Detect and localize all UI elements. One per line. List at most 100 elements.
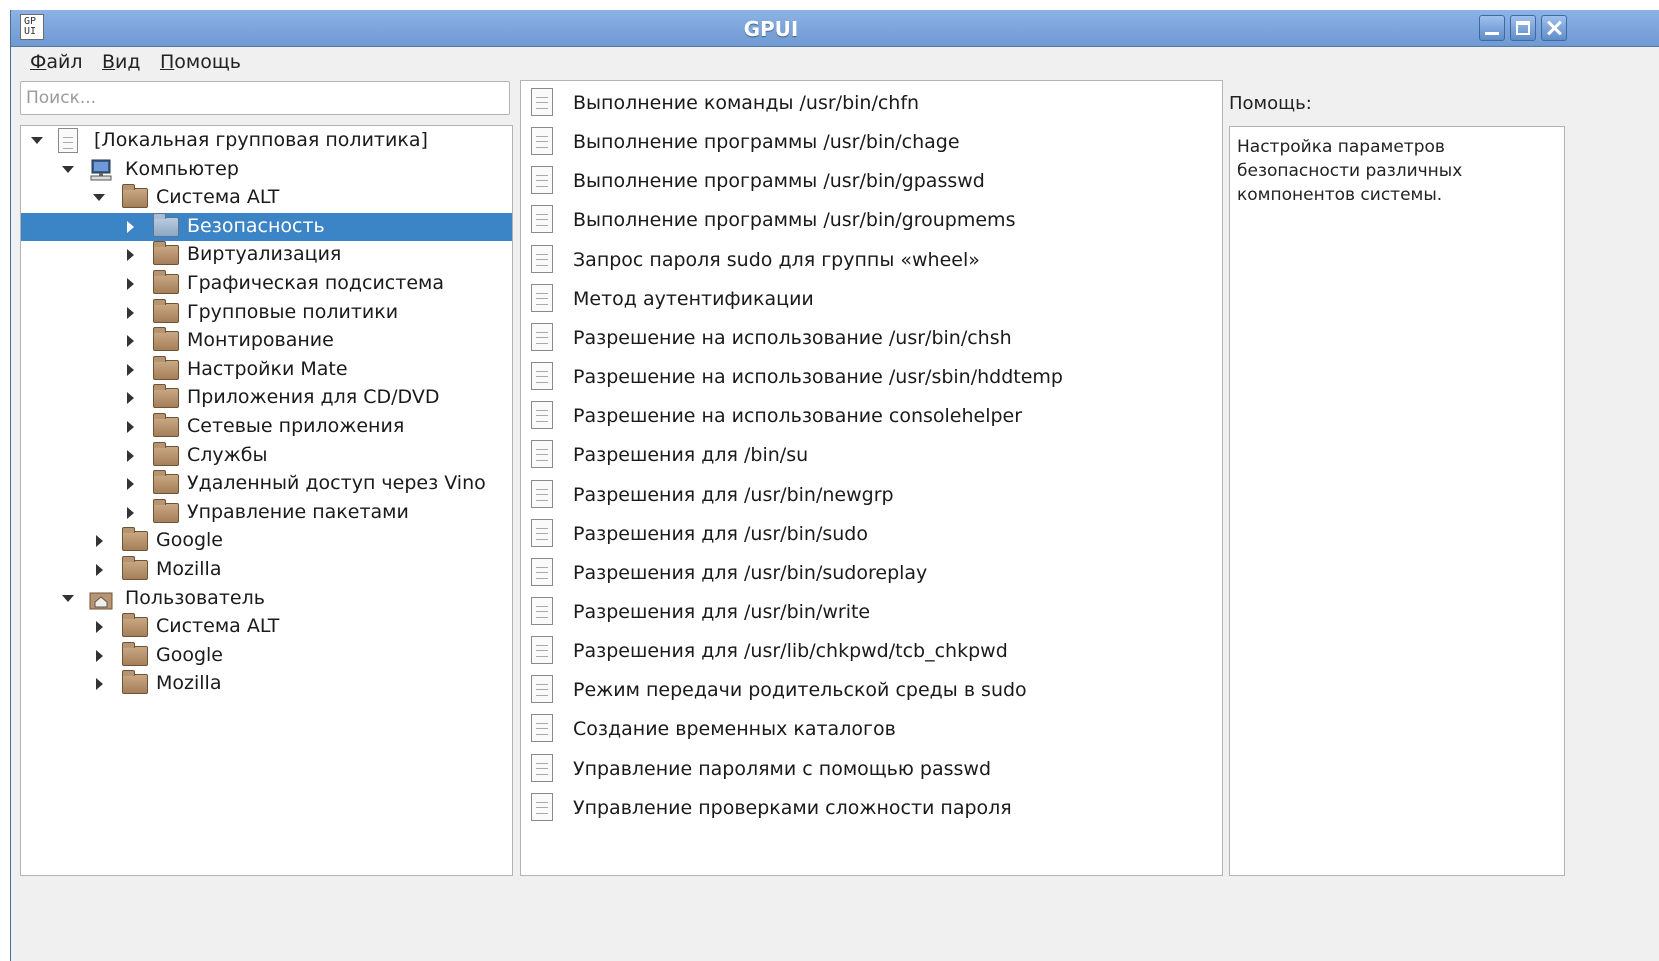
tree-item[interactable]: [Локальная групповая политика] [21, 127, 512, 155]
policy-item[interactable]: Выполнение команды /usr/bin/chfn [521, 83, 1222, 122]
policy-item[interactable]: Разрешения для /usr/bin/sudo [521, 514, 1222, 553]
collapse-arrow-icon[interactable] [96, 564, 103, 576]
home-icon [89, 592, 113, 610]
policy-item[interactable]: Разрешения для /usr/bin/write [521, 592, 1222, 631]
folder-icon [153, 470, 179, 495]
collapse-arrow-icon[interactable] [127, 306, 134, 319]
collapse-arrow-icon[interactable] [96, 535, 103, 548]
tree-item[interactable]: Монтирование [21, 327, 512, 355]
tree-item-label: Сетевые приложения [187, 415, 405, 437]
collapse-arrow-icon[interactable] [127, 392, 134, 405]
tree-item-label: Монтирование [187, 329, 334, 352]
tree-item[interactable]: Mozilla [21, 670, 512, 698]
tree-item[interactable]: Сетевые приложения [21, 413, 512, 441]
tree-item[interactable]: Безопасность [21, 212, 512, 241]
status-bar [11, 880, 1659, 910]
policy-item-label: Режим передачи родительской среды в sudo [573, 679, 1027, 702]
tree-item[interactable]: Настройки Mate [21, 355, 512, 384]
tree-item[interactable]: Службы [21, 441, 512, 470]
collapse-arrow-icon[interactable] [127, 249, 134, 262]
menu-view[interactable]: Вид [102, 51, 141, 73]
folder-icon [122, 184, 148, 209]
close-button[interactable] [1541, 15, 1567, 41]
policy-item[interactable]: Управление паролями с помощью passwd [521, 749, 1222, 788]
collapse-arrow-icon[interactable] [127, 506, 134, 519]
computer-icon [90, 159, 112, 181]
policy-item[interactable]: Разрешения для /usr/bin/sudoreplay [521, 553, 1222, 592]
collapse-arrow-icon[interactable] [127, 449, 134, 462]
document-icon [531, 362, 553, 391]
folder-icon [122, 641, 148, 666]
tree-item[interactable]: Групповые политики [21, 298, 512, 327]
tree-item-label: Безопасность [187, 214, 325, 237]
policy-item[interactable]: Режим передачи родительской среды в sudo [521, 670, 1222, 709]
tree-item[interactable]: Приложения для CD/DVD [21, 384, 512, 412]
collapse-arrow-icon[interactable] [127, 363, 134, 376]
menu-help[interactable]: Помощь [160, 51, 241, 73]
tree-item[interactable]: Графическая подсистема [21, 270, 512, 298]
collapse-arrow-icon[interactable] [127, 421, 134, 433]
folder-icon [153, 413, 179, 437]
folder-icon [153, 498, 179, 523]
policy-item[interactable]: Выполнение программы /usr/bin/groupmems [521, 200, 1222, 239]
folder-icon [153, 355, 179, 380]
policy-item-label: Разрешение на использование /usr/bin/chs… [573, 326, 1012, 349]
tree-item[interactable]: Google [21, 641, 512, 670]
policy-list[interactable]: Выполнение команды /usr/bin/chfn Выполнен… [520, 80, 1223, 876]
tree-item[interactable]: Виртуализация [21, 241, 512, 269]
tree-item[interactable]: Пользователь [21, 585, 512, 613]
collapse-arrow-icon[interactable] [127, 220, 134, 233]
policy-item[interactable]: Создание временных каталогов [521, 709, 1222, 748]
policy-item[interactable]: Выполнение программы /usr/bin/gpasswd [521, 161, 1222, 200]
tree-item-label: Виртуализация [187, 243, 342, 266]
folder-icon [153, 298, 179, 323]
policy-item[interactable]: Управление проверками сложности пароля [521, 788, 1222, 827]
tree-item[interactable]: Управление пакетами [21, 498, 512, 527]
document-icon [531, 479, 553, 508]
policy-item[interactable]: Разрешение на использование consolehelpe… [521, 396, 1222, 435]
collapse-arrow-icon[interactable] [127, 335, 134, 348]
document-icon [531, 440, 553, 469]
policy-item[interactable]: Разрешения для /usr/bin/newgrp [521, 475, 1222, 514]
tree-item[interactable]: Система ALT [21, 184, 512, 212]
policy-item[interactable]: Разрешение на использование /usr/sbin/hd… [521, 357, 1222, 396]
maximize-button[interactable] [1510, 15, 1536, 41]
window-title: GPUI [743, 17, 799, 41]
folder-icon [153, 270, 179, 294]
tree-item-label: Управление пакетами [187, 500, 409, 523]
document-icon [531, 557, 553, 586]
collapse-arrow-icon[interactable] [127, 278, 134, 290]
policy-item[interactable]: Разрешения для /bin/su [521, 435, 1222, 474]
search-input[interactable] [20, 81, 510, 115]
policy-item-label: Запрос пароля sudo для группы «wheel» [573, 248, 980, 271]
policy-item-label: Выполнение программы /usr/bin/chage [573, 131, 960, 154]
policy-item[interactable]: Разрешения для /usr/lib/chkpwd/tcb_chkpw… [521, 631, 1222, 670]
tree-item-label: Google [156, 643, 224, 666]
minimize-button[interactable] [1479, 15, 1505, 41]
document-icon [531, 401, 553, 430]
collapse-arrow-icon[interactable] [127, 478, 134, 491]
policy-item[interactable]: Метод аутентификации [521, 279, 1222, 318]
tree-item-label: Mozilla [156, 558, 222, 580]
expand-arrow-icon[interactable] [62, 165, 74, 173]
tree-item[interactable]: Удаленный доступ через Vino [21, 470, 512, 498]
collapse-arrow-icon[interactable] [96, 621, 103, 634]
policy-item[interactable]: Выполнение программы /usr/bin/chage [521, 122, 1222, 161]
policy-item-label: Выполнение программы /usr/bin/groupmems [573, 209, 1016, 232]
policy-item-label: Разрешения для /usr/bin/sudoreplay [573, 561, 928, 584]
expand-arrow-icon[interactable] [93, 194, 105, 202]
menu-file[interactable]: Файл [30, 51, 83, 73]
policy-item[interactable]: Запрос пароля sudo для группы «wheel» [521, 240, 1222, 279]
collapse-arrow-icon[interactable] [96, 649, 103, 662]
title-bar[interactable]: GP UI GPUI [11, 10, 1659, 47]
tree-item[interactable]: Компьютер [21, 156, 512, 184]
collapse-arrow-icon[interactable] [96, 678, 103, 691]
expand-arrow-icon[interactable] [31, 137, 43, 144]
tree-item[interactable]: Google [21, 527, 512, 555]
tree-item[interactable]: Система ALT [21, 613, 512, 641]
tree-item[interactable]: Mozilla [21, 556, 512, 584]
policy-tree[interactable]: [Локальная групповая политика] Компьютер С… [20, 125, 513, 876]
policy-item[interactable]: Разрешение на использование /usr/bin/chs… [521, 318, 1222, 357]
tree-item-label: Система ALT [156, 615, 280, 638]
expand-arrow-icon[interactable] [62, 594, 74, 602]
